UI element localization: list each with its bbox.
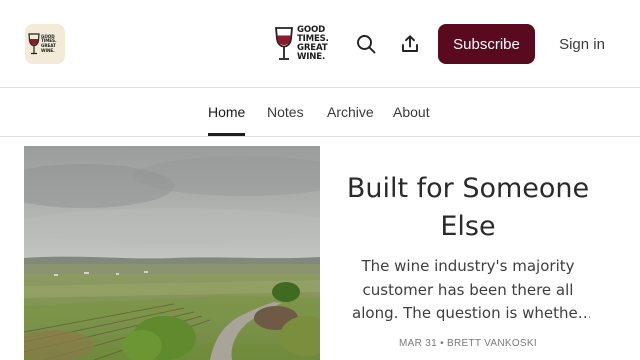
publication-icon[interactable]: GOOD TIMES. GREAT WINE.: [25, 24, 65, 64]
featured-post-title[interactable]: Built for Someone Else: [338, 170, 598, 246]
nav-archive[interactable]: Archive: [327, 88, 374, 136]
nav-notes[interactable]: Notes: [267, 88, 304, 136]
logo-wordmark: GOOD TIMES. GREAT WINE.: [297, 24, 329, 63]
search-icon: [357, 35, 376, 54]
share-button[interactable]: [396, 30, 424, 58]
nav-about[interactable]: About: [393, 88, 430, 136]
sign-in-link[interactable]: Sign in: [557, 24, 607, 64]
share-icon: [402, 35, 418, 52]
wine-glass-icon: [275, 27, 293, 60]
featured-post-subtitle: The wine industry's majority customer ha…: [352, 257, 584, 322]
featured-post-image[interactable]: [24, 146, 320, 360]
publication-icon-text: GOOD TIMES. GREAT WINE.: [41, 33, 57, 53]
featured-post-meta: MAR 31 • BRETT VANKOSKI: [346, 338, 590, 349]
section-nav: Home Notes Archive About: [0, 88, 640, 137]
wine-glass-icon: [28, 33, 40, 55]
search-button[interactable]: [352, 30, 380, 58]
post-author[interactable]: BRETT VANKOSKI: [447, 338, 537, 349]
vineyard-landscape: [24, 146, 320, 360]
publication-logo[interactable]: GOOD TIMES. GREAT WINE.: [274, 24, 329, 64]
meta-separator: •: [440, 338, 444, 349]
nav-home[interactable]: Home: [208, 88, 246, 136]
site-header: GOOD TIMES. GREAT WINE. GOOD TIMES. GREA…: [0, 0, 640, 88]
post-date: MAR 31: [399, 338, 437, 349]
subscribe-button[interactable]: Subscribe: [438, 24, 535, 64]
